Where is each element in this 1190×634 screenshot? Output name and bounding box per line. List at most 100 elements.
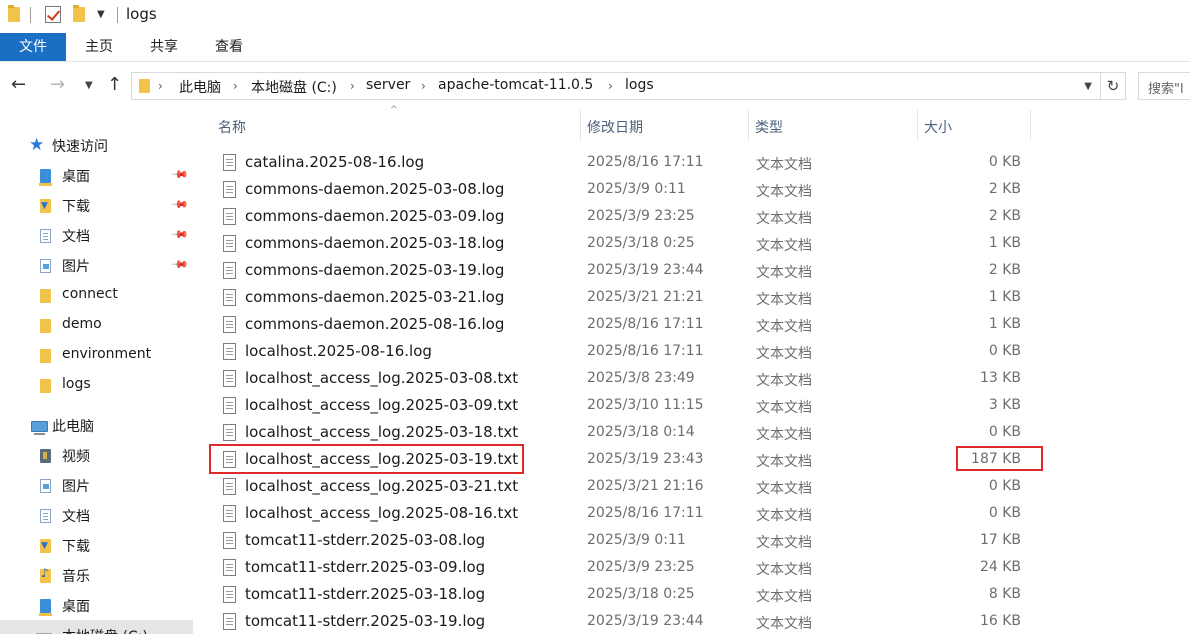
downloads-icon bbox=[40, 199, 51, 213]
file-date: 2025/3/9 0:11 bbox=[587, 181, 686, 197]
text-file-icon bbox=[223, 586, 236, 603]
breadcrumb-logs[interactable]: logs bbox=[625, 77, 654, 93]
nav-item-downloads[interactable]: 下载 bbox=[0, 530, 193, 560]
file-row[interactable]: tomcat11-stderr.2025-03-18.log 2025/3/18 … bbox=[206, 581, 1190, 608]
file-name: commons-daemon.2025-03-21.log bbox=[245, 288, 505, 306]
chevron-down-icon[interactable]: ▼ bbox=[1084, 81, 1092, 92]
file-date: 2025/3/19 23:44 bbox=[587, 262, 704, 278]
breadcrumb-this-pc[interactable]: 此电脑 bbox=[179, 77, 221, 97]
new-folder-icon[interactable] bbox=[73, 5, 85, 22]
nav-label: 图片 bbox=[62, 259, 90, 275]
nav-item-documents[interactable]: 文档 📌 bbox=[0, 220, 193, 250]
pin-icon[interactable]: 📌 bbox=[171, 195, 190, 214]
folder-icon[interactable] bbox=[8, 5, 20, 22]
desktop-icon bbox=[39, 169, 52, 186]
text-file-icon bbox=[223, 424, 236, 441]
file-size: 0 KB bbox=[988, 154, 1021, 170]
tab-share[interactable]: 共享 bbox=[139, 33, 189, 61]
nav-item-local-disk[interactable]: 本地磁盘 (C:) bbox=[0, 620, 193, 634]
breadcrumb-server[interactable]: server bbox=[366, 77, 410, 93]
properties-icon[interactable] bbox=[45, 6, 61, 23]
nav-item-environment[interactable]: environment bbox=[0, 340, 193, 370]
tab-file[interactable]: 文件 bbox=[0, 33, 66, 61]
nav-item-videos[interactable]: 视频 bbox=[0, 440, 193, 470]
column-divider[interactable] bbox=[1030, 110, 1031, 140]
file-row[interactable]: commons-daemon.2025-08-16.log 2025/8/16 1… bbox=[206, 311, 1190, 338]
chevron-right-icon[interactable]: › bbox=[608, 79, 613, 93]
nav-item-desktop[interactable]: 桌面 bbox=[0, 590, 193, 620]
breadcrumb-drive[interactable]: 本地磁盘 (C:) bbox=[251, 77, 337, 97]
file-row[interactable]: localhost_access_log.2025-03-18.txt 2025/… bbox=[206, 419, 1190, 446]
nav-item-music[interactable]: 音乐 bbox=[0, 560, 193, 590]
nav-label: 视频 bbox=[62, 449, 90, 465]
chevron-right-icon[interactable]: › bbox=[421, 79, 426, 93]
nav-item-connect[interactable]: connect bbox=[0, 280, 193, 310]
file-row[interactable]: localhost_access_log.2025-03-19.txt 2025/… bbox=[206, 446, 1190, 473]
address-bar[interactable]: › 此电脑 › 本地磁盘 (C:) › server › apache-tomc… bbox=[131, 72, 1101, 100]
file-date: 2025/8/16 17:11 bbox=[587, 316, 704, 332]
file-type: 文本文档 bbox=[756, 508, 812, 524]
nav-item-demo[interactable]: demo bbox=[0, 310, 193, 340]
nav-item-pictures[interactable]: 图片 📌 bbox=[0, 250, 193, 280]
file-row[interactable]: localhost_access_log.2025-03-09.txt 2025/… bbox=[206, 392, 1190, 419]
text-file-icon bbox=[223, 154, 236, 171]
documents-icon bbox=[40, 509, 51, 523]
file-row[interactable]: commons-daemon.2025-03-21.log 2025/3/21 2… bbox=[206, 284, 1190, 311]
file-row[interactable]: tomcat11-stderr.2025-03-09.log 2025/3/9 2… bbox=[206, 554, 1190, 581]
chevron-right-icon[interactable]: › bbox=[158, 79, 163, 93]
column-header-type[interactable]: 类型 bbox=[749, 106, 917, 144]
nav-label: 桌面 bbox=[62, 599, 90, 615]
file-row[interactable]: commons-daemon.2025-03-09.log 2025/3/9 23… bbox=[206, 203, 1190, 230]
customize-toolbar-icon[interactable]: ▼ bbox=[97, 9, 105, 20]
file-type: 文本文档 bbox=[756, 589, 812, 605]
file-row[interactable]: catalina.2025-08-16.log 2025/8/16 17:11 文本… bbox=[206, 149, 1190, 176]
chevron-right-icon[interactable]: › bbox=[350, 79, 355, 93]
tab-home[interactable]: 主页 bbox=[74, 33, 124, 61]
file-row[interactable]: commons-daemon.2025-03-18.log 2025/3/18 0… bbox=[206, 230, 1190, 257]
up-arrow-icon[interactable]: ↑ bbox=[107, 74, 122, 95]
nav-this-pc[interactable]: 此电脑 bbox=[0, 410, 193, 440]
divider bbox=[117, 7, 118, 23]
chevron-right-icon[interactable]: › bbox=[233, 79, 238, 93]
file-size: 0 KB bbox=[988, 478, 1021, 494]
nav-item-downloads[interactable]: 下载 📌 bbox=[0, 190, 193, 220]
pin-icon[interactable]: 📌 bbox=[171, 225, 190, 244]
column-header-date[interactable]: 修改日期 bbox=[581, 106, 748, 144]
recent-locations-icon[interactable]: ▼ bbox=[85, 80, 93, 91]
file-type: 文本文档 bbox=[756, 346, 812, 362]
nav-quick-access[interactable]: ★ 快速访问 bbox=[0, 130, 193, 160]
tab-view[interactable]: 查看 bbox=[204, 33, 254, 61]
file-row[interactable]: localhost_access_log.2025-03-08.txt 2025/… bbox=[206, 365, 1190, 392]
nav-item-pictures[interactable]: 图片 bbox=[0, 470, 193, 500]
back-arrow-icon[interactable]: ← bbox=[11, 74, 26, 95]
file-row[interactable]: commons-daemon.2025-03-19.log 2025/3/19 2… bbox=[206, 257, 1190, 284]
breadcrumb-tomcat[interactable]: apache-tomcat-11.0.5 bbox=[438, 77, 593, 93]
file-date: 2025/3/10 11:15 bbox=[587, 397, 704, 413]
text-file-icon bbox=[223, 343, 236, 360]
navigation-pane: ★ 快速访问 桌面 📌 下载 📌 文档 📌 图片 📌 connect demo … bbox=[0, 106, 193, 634]
nav-label: connect bbox=[62, 286, 118, 302]
nav-item-desktop[interactable]: 桌面 📌 bbox=[0, 160, 193, 190]
nav-item-logs[interactable]: logs bbox=[0, 370, 193, 400]
column-header-name[interactable]: ^ 名称 bbox=[206, 105, 580, 144]
file-row[interactable]: localhost_access_log.2025-03-21.txt 2025/… bbox=[206, 473, 1190, 500]
refresh-icon[interactable]: ↻ bbox=[1101, 72, 1126, 100]
file-row[interactable]: localhost.2025-08-16.log 2025/8/16 17:11 文… bbox=[206, 338, 1190, 365]
pin-icon[interactable]: 📌 bbox=[171, 165, 190, 184]
file-type: 文本文档 bbox=[756, 157, 812, 173]
file-row[interactable]: tomcat11-stderr.2025-03-08.log 2025/3/9 0… bbox=[206, 527, 1190, 554]
nav-item-documents[interactable]: 文档 bbox=[0, 500, 193, 530]
text-file-icon bbox=[223, 262, 236, 279]
text-file-icon bbox=[223, 478, 236, 495]
column-header-size[interactable]: 大小 bbox=[918, 106, 1030, 144]
search-input[interactable]: 搜索"l bbox=[1138, 72, 1190, 100]
file-row[interactable]: localhost_access_log.2025-08-16.txt 2025/… bbox=[206, 500, 1190, 527]
file-type: 文本文档 bbox=[756, 238, 812, 254]
file-name: commons-daemon.2025-03-19.log bbox=[245, 261, 505, 279]
pin-icon[interactable]: 📌 bbox=[171, 255, 190, 274]
file-size: 1 KB bbox=[988, 316, 1021, 332]
forward-arrow-icon[interactable]: → bbox=[50, 74, 65, 95]
file-row[interactable]: tomcat11-stderr.2025-03-19.log 2025/3/19 … bbox=[206, 608, 1190, 634]
file-row[interactable]: commons-daemon.2025-03-08.log 2025/3/9 0:… bbox=[206, 176, 1190, 203]
file-name: localhost.2025-08-16.log bbox=[245, 342, 432, 360]
